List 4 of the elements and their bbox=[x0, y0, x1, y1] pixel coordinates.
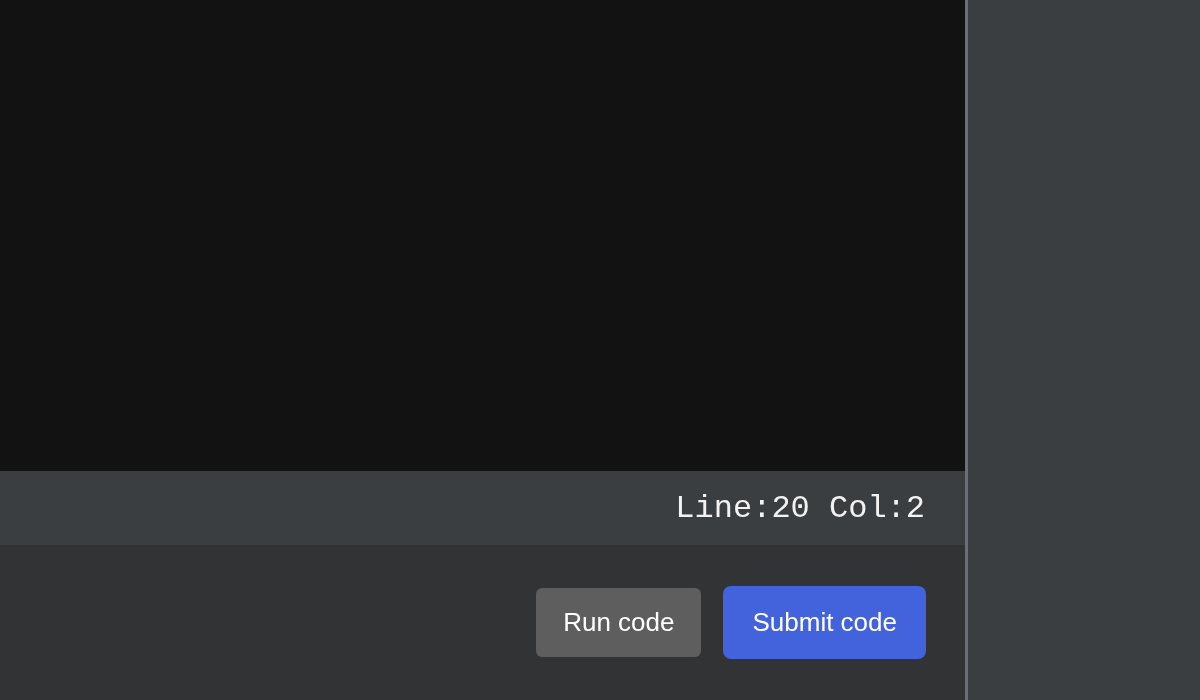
code-editor[interactable] bbox=[0, 0, 965, 471]
cursor-position: Line:20 Col:2 bbox=[675, 489, 925, 527]
run-button[interactable]: Run code bbox=[536, 588, 702, 657]
submit-button[interactable]: Submit code bbox=[723, 586, 926, 659]
